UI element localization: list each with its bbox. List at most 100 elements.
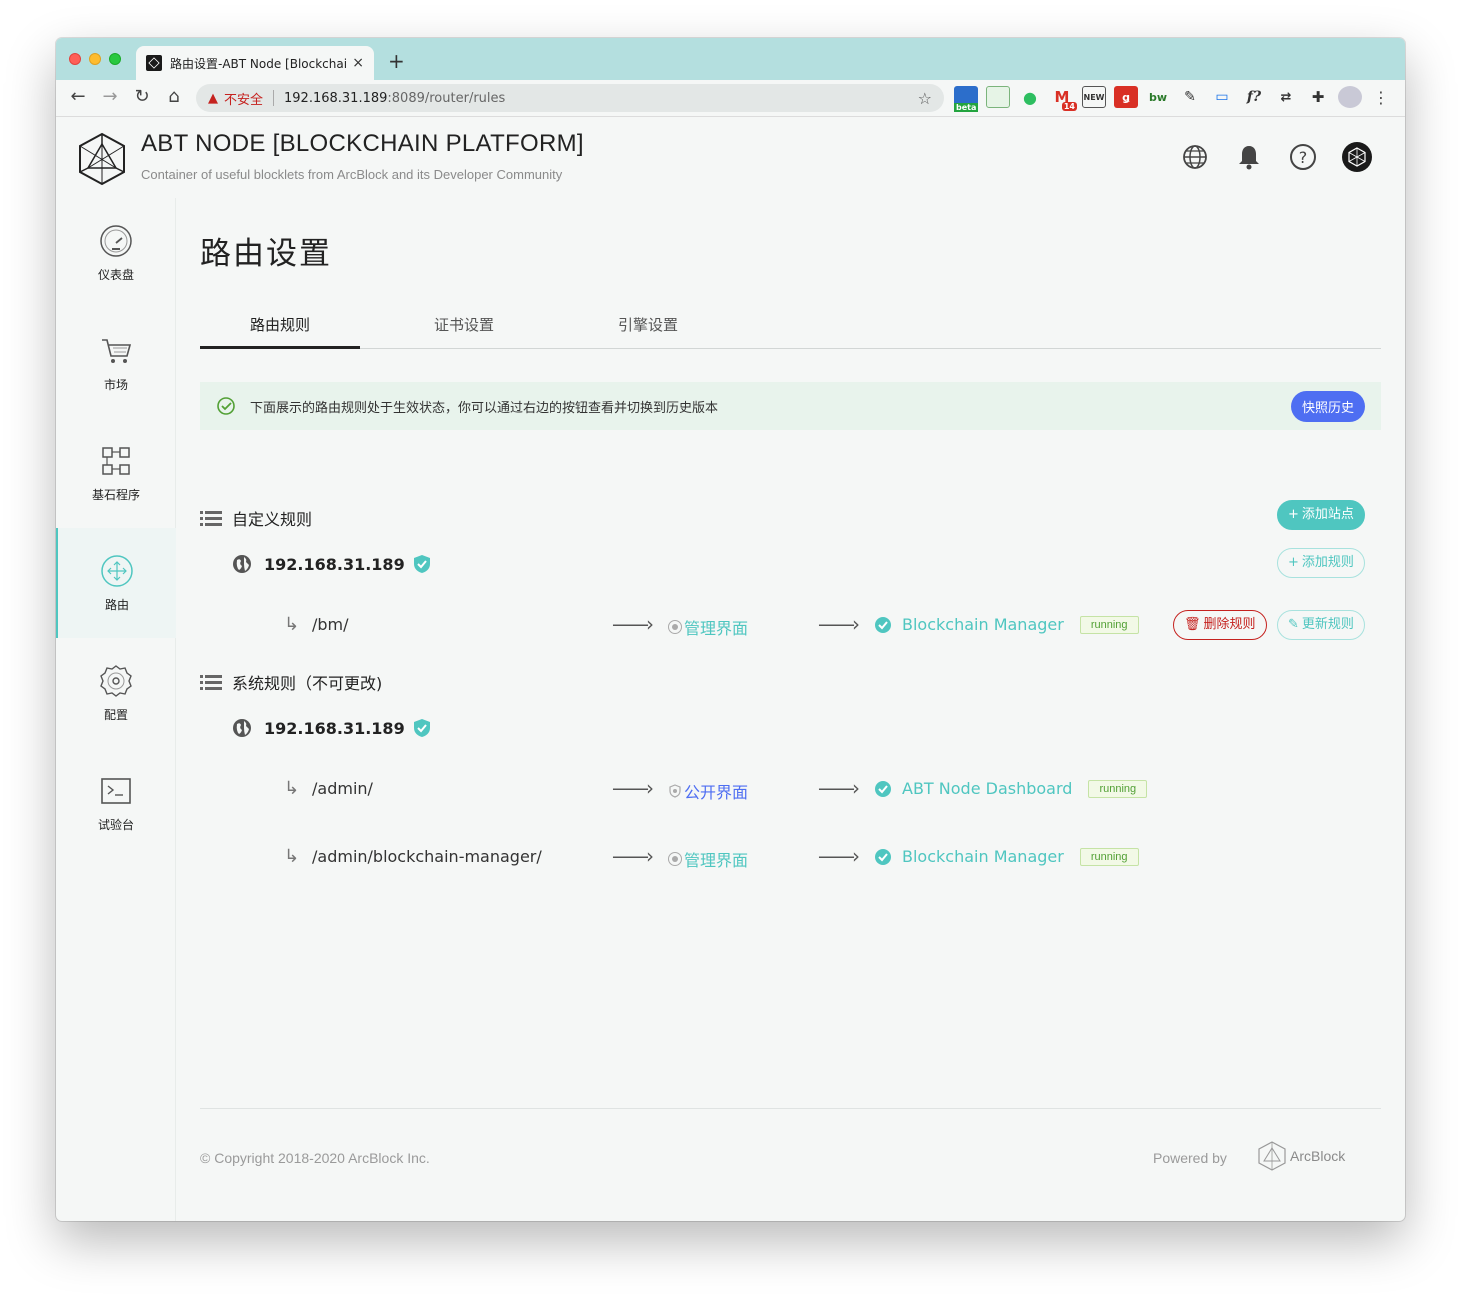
sidebar-item-market[interactable]: 市场 xyxy=(56,308,176,418)
rule-row: ↳ /bm/ ——› 管理界面 ——› Blockchain Manager r… xyxy=(200,610,1381,642)
browser-menu-icon[interactable]: ⋮ xyxy=(1373,88,1389,107)
sidebar-item-settings[interactable]: 配置 xyxy=(56,638,176,748)
bw-icon[interactable]: bw xyxy=(1146,86,1170,108)
long-arrow-icon: ——› xyxy=(612,776,654,800)
maximize-window-button[interactable] xyxy=(109,53,121,65)
plus-icon: + xyxy=(1288,555,1299,570)
add-rule-button[interactable]: + 添加规则 xyxy=(1277,548,1365,578)
interface-label: 管理界面 xyxy=(684,851,749,870)
section-title: 自定义规则 xyxy=(232,510,313,529)
target-blocklet[interactable]: Blockchain Manager running xyxy=(874,615,1139,634)
status-badge: running xyxy=(1079,615,1139,634)
browser-tab[interactable]: 路由设置-ABT Node [Blockchain × xyxy=(136,46,374,80)
reload-icon[interactable]: ↻ xyxy=(130,86,154,107)
update-rule-button[interactable]: ✎ 更新规则 xyxy=(1277,610,1365,640)
back-icon[interactable]: ← xyxy=(66,86,90,107)
public-interface-icon xyxy=(669,784,681,798)
gmail-icon[interactable]: M 14 xyxy=(1050,86,1077,111)
verified-shield-icon xyxy=(413,555,430,573)
evernote-icon[interactable]: ● xyxy=(1018,86,1042,108)
target-blocklet[interactable]: Blockchain Manager running xyxy=(874,847,1139,866)
notification-bell-icon[interactable] xyxy=(1234,142,1264,172)
divider xyxy=(273,90,275,106)
list-icon xyxy=(200,675,222,690)
section-title: 系统规则（不可更改) xyxy=(232,674,383,693)
tab-routing-rules[interactable]: 路由规则 xyxy=(200,308,360,349)
rule-path: /admin/ xyxy=(312,779,373,798)
app-header: ABT NODE [BLOCKCHAIN PLATFORM] Container… xyxy=(56,118,1405,208)
add-site-button[interactable]: + 添加站点 xyxy=(1277,500,1365,530)
sidebar-item-label: 仪表盘 xyxy=(97,267,134,282)
host-row: 192.168.31.189 xyxy=(232,718,431,738)
browser-toolbar: ← → ↻ ⌂ ▲ 不安全 192.168.31.189 :8089/route… xyxy=(56,80,1405,117)
snapshot-history-button[interactable]: 快照历史 xyxy=(1290,390,1365,422)
sidebar-item-router[interactable]: 路由 xyxy=(56,528,176,638)
check-circle-icon xyxy=(875,780,891,797)
screen-icon[interactable]: ▭ xyxy=(1210,86,1234,108)
extensions-area: beta ● M 14 NEW ǥ bw ✎ ▭ f? ⇄ ✚ xyxy=(954,86,1362,112)
host-name: 192.168.31.189 xyxy=(264,554,405,574)
rule-path: /admin/blockchain-manager/ xyxy=(312,847,542,866)
sidebar-item-blocklets[interactable]: 基石程序 xyxy=(56,418,176,528)
arcblock-logo[interactable]: ArcBlock xyxy=(1258,1141,1345,1171)
header-actions: ? xyxy=(1180,142,1372,172)
router-icon xyxy=(101,554,133,587)
app-title: ABT NODE [BLOCKCHAIN PLATFORM] xyxy=(141,130,584,157)
target-name: Blockchain Manager xyxy=(902,615,1064,634)
arcblock-logo-icon xyxy=(1258,1141,1286,1171)
profile-avatar[interactable] xyxy=(1338,86,1362,108)
bookmark-star-icon[interactable]: ☆ xyxy=(918,89,932,108)
delete-rule-button[interactable]: 🗑 删除规则 xyxy=(1173,610,1267,640)
sheets-icon[interactable] xyxy=(986,86,1010,108)
f-icon[interactable]: f? xyxy=(1242,86,1266,108)
sidebar-item-playground[interactable]: 试验台 xyxy=(56,748,176,858)
interface-link[interactable]: 公开界面 xyxy=(668,779,748,803)
minimize-window-button[interactable] xyxy=(89,53,101,65)
target-blocklet[interactable]: ABT Node Dashboard running xyxy=(874,779,1148,798)
tab-title: 路由设置-ABT Node [Blockchain xyxy=(170,56,347,71)
long-arrow-icon: ——› xyxy=(818,612,860,636)
close-window-button[interactable] xyxy=(69,53,81,65)
interface-link[interactable]: 管理界面 xyxy=(668,615,748,639)
admin-interface-icon xyxy=(668,620,682,634)
abt-logo-icon[interactable] xyxy=(78,132,126,186)
powered-by-text: Powered by xyxy=(1153,1150,1227,1166)
puzzle-icon[interactable]: ✚ xyxy=(1306,86,1330,108)
tab-engine[interactable]: 引擎设置 xyxy=(568,308,728,349)
target-name: Blockchain Manager xyxy=(902,847,1064,866)
custom-rules-header: 自定义规则 xyxy=(200,506,312,530)
new-tab-button[interactable]: + xyxy=(388,49,405,73)
interface-label: 管理界面 xyxy=(684,619,749,638)
sidebar-item-label: 配置 xyxy=(103,707,128,722)
sidebar-item-label: 基石程序 xyxy=(91,487,140,502)
interface-link[interactable]: 管理界面 xyxy=(668,847,748,871)
home-icon[interactable]: ⌂ xyxy=(162,86,186,107)
check-circle-icon xyxy=(875,616,891,633)
address-bar[interactable]: ▲ 不安全 192.168.31.189 :8089/router/rules … xyxy=(196,84,944,112)
help-icon[interactable]: ? xyxy=(1288,142,1318,172)
language-globe-icon[interactable] xyxy=(1180,142,1210,172)
bitwarden-beta-icon[interactable]: beta xyxy=(954,86,979,112)
system-rules-header: 系统规则（不可更改) xyxy=(200,670,382,694)
tab-close-icon[interactable]: × xyxy=(352,55,364,71)
admin-interface-icon xyxy=(668,852,682,866)
svg-text:?: ? xyxy=(1299,148,1308,167)
cart-icon xyxy=(102,338,132,363)
sub-arrow-icon: ↳ xyxy=(284,614,300,635)
router-tabs: 路由规则 证书设置 引擎设置 xyxy=(200,308,1381,349)
pocket-icon[interactable]: ǥ xyxy=(1114,86,1138,108)
tab-certificates[interactable]: 证书设置 xyxy=(384,308,544,349)
translate-icon[interactable]: ⇄ xyxy=(1274,86,1298,108)
forward-icon[interactable]: → xyxy=(98,86,122,107)
browser-window: 路由设置-ABT Node [Blockchain × + ← → ↻ ⌂ ▲ … xyxy=(56,38,1405,1221)
globe-icon xyxy=(233,719,251,737)
dashboard-icon xyxy=(100,224,132,257)
news-icon[interactable]: NEW xyxy=(1082,86,1106,108)
check-circle-icon xyxy=(217,397,235,415)
ext-icon[interactable]: ✎ xyxy=(1178,86,1202,108)
sidebar-item-dashboard[interactable]: 仪表盘 xyxy=(56,198,176,308)
footer-divider xyxy=(200,1108,1381,1109)
notice-banner: 下面展示的路由规则处于生效状态，你可以通过右边的按钮查看并切换到历史版本 快照历… xyxy=(200,382,1381,430)
interface-label: 公开界面 xyxy=(684,783,749,802)
user-avatar[interactable] xyxy=(1342,142,1372,172)
